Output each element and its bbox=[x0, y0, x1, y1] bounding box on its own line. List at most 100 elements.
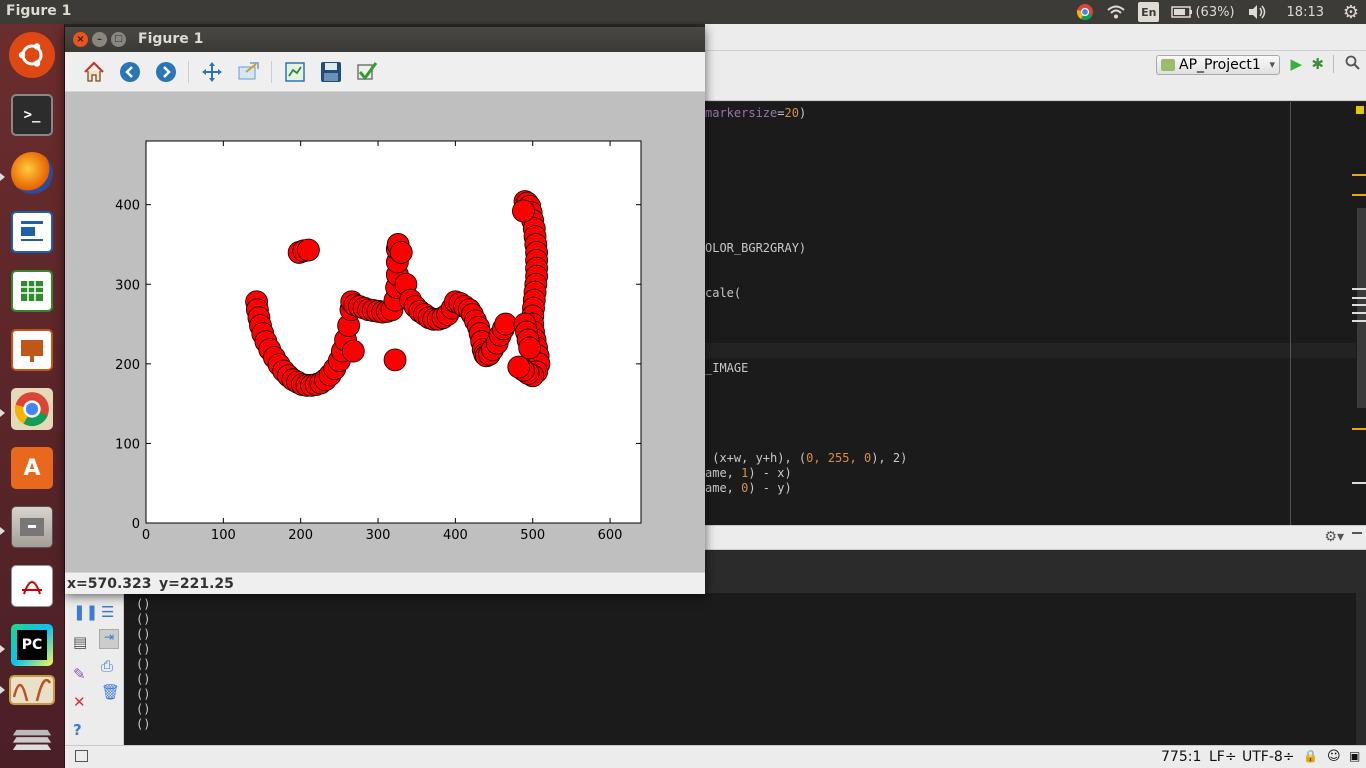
scatter-point bbox=[512, 199, 535, 223]
x-tick-label: 300 bbox=[366, 528, 391, 543]
error-stripe-marker[interactable] bbox=[1352, 312, 1366, 314]
ide-toolbar: AP_Project1 ▶ ✱ bbox=[705, 51, 1366, 101]
back-button[interactable] bbox=[117, 59, 143, 85]
event-log-icon[interactable]: ▣ bbox=[1349, 749, 1360, 763]
battery-percent: (63%) bbox=[1195, 4, 1235, 20]
launcher-workspaces[interactable] bbox=[7, 714, 57, 764]
scatter-point bbox=[297, 238, 320, 262]
toolbar-separator bbox=[271, 61, 272, 83]
save-icon bbox=[321, 62, 341, 82]
editor-scrollbar[interactable] bbox=[1357, 208, 1366, 408]
caret-position[interactable]: 775:1 bbox=[1161, 749, 1201, 765]
home-button[interactable] bbox=[81, 59, 107, 85]
error-stripe-marker[interactable] bbox=[1352, 297, 1366, 299]
ide-menubar bbox=[705, 24, 1366, 51]
file-encoding[interactable]: UTF-8÷ bbox=[1242, 749, 1295, 765]
zoom-icon bbox=[238, 62, 259, 80]
save-button[interactable] bbox=[318, 59, 344, 85]
line-separator[interactable]: LF÷ bbox=[1209, 749, 1237, 765]
close-icon[interactable]: ✕ bbox=[73, 693, 86, 711]
toolbar-divider bbox=[1333, 55, 1334, 73]
print-icon[interactable]: ⎙ bbox=[101, 657, 113, 675]
pause-icon[interactable]: ❚❚ bbox=[73, 603, 98, 621]
error-stripe-marker[interactable] bbox=[1352, 174, 1366, 176]
console-line: () bbox=[136, 687, 151, 701]
launcher-document-viewer[interactable] bbox=[7, 561, 57, 611]
clock[interactable]: 18:13 bbox=[1287, 5, 1324, 20]
pin-icon[interactable]: ✎ bbox=[73, 665, 86, 683]
launcher-impress[interactable] bbox=[7, 325, 57, 375]
zoom-button[interactable] bbox=[235, 59, 261, 85]
launcher: >_ A PC bbox=[0, 24, 65, 768]
y-tick-label: 400 bbox=[115, 199, 140, 214]
minimize-window-button[interactable]: – bbox=[92, 32, 107, 47]
volume-icon[interactable] bbox=[1247, 2, 1267, 22]
code-line: cale( bbox=[705, 286, 742, 300]
search-icon[interactable] bbox=[1345, 55, 1360, 74]
console-scrollbar[interactable] bbox=[1356, 593, 1366, 745]
pan-button[interactable] bbox=[199, 59, 225, 85]
inspector-icon[interactable]: ☺ bbox=[1327, 749, 1341, 764]
firefox-icon bbox=[11, 152, 53, 194]
soft-wrap-icon[interactable]: ☰ bbox=[101, 603, 114, 621]
error-stripe-marker[interactable] bbox=[1352, 304, 1366, 306]
plot-area[interactable] bbox=[146, 141, 641, 523]
debug-icon[interactable]: ✱ bbox=[1311, 55, 1324, 73]
chrome-tray-icon[interactable] bbox=[1076, 2, 1094, 22]
battery-icon[interactable] bbox=[1171, 2, 1193, 22]
error-stripe-marker[interactable] bbox=[1352, 482, 1366, 484]
console-output[interactable]: () () () () () () () () () bbox=[124, 593, 1366, 745]
run-configuration-select[interactable]: AP_Project1 bbox=[1156, 55, 1280, 75]
code-editor[interactable]: markersize=20) OLOR_BGR2GRAY) cale( _IMA… bbox=[705, 102, 1366, 525]
running-indicator bbox=[0, 686, 5, 694]
launcher-files[interactable] bbox=[7, 502, 57, 552]
run-icon[interactable]: ▶ bbox=[1290, 55, 1302, 73]
launcher-writer[interactable] bbox=[7, 207, 57, 257]
figure-titlebar[interactable]: × – □ Figure 1 bbox=[65, 27, 705, 52]
tool-windows-icon[interactable] bbox=[75, 750, 88, 762]
running-indicator bbox=[0, 173, 5, 181]
y-tick-label: 300 bbox=[115, 278, 140, 293]
keyboard-layout-indicator[interactable]: En bbox=[1138, 2, 1160, 22]
edit-axes-button[interactable] bbox=[354, 59, 380, 85]
lock-icon[interactable]: 🔒 bbox=[1303, 749, 1318, 763]
launcher-ubuntu[interactable] bbox=[7, 30, 57, 80]
trash-icon[interactable]: 🗑 bbox=[101, 683, 120, 701]
scatter-point bbox=[341, 339, 365, 363]
y-tick-label: 0 bbox=[132, 517, 140, 532]
launcher-firefox[interactable] bbox=[7, 148, 57, 198]
inspection-status-indicator[interactable] bbox=[1356, 106, 1364, 114]
error-stripe-marker[interactable] bbox=[1352, 194, 1366, 196]
status-bar: 775:1 LF÷ UTF-8÷ 🔒 ☺ ▣ bbox=[65, 745, 1366, 768]
minimize-panel-icon[interactable] bbox=[1352, 532, 1362, 534]
error-stripe-marker[interactable] bbox=[1352, 320, 1366, 322]
close-window-button[interactable]: × bbox=[73, 32, 88, 47]
forward-button[interactable] bbox=[153, 59, 179, 85]
scatter-point bbox=[383, 348, 407, 372]
edit-check-icon bbox=[357, 62, 378, 81]
back-icon bbox=[120, 62, 140, 82]
console-line: () bbox=[136, 702, 151, 716]
error-stripe-marker[interactable] bbox=[1352, 288, 1366, 290]
console-line: () bbox=[136, 627, 151, 641]
scroll-to-end-icon[interactable]: ⇥ bbox=[99, 629, 119, 649]
figure-canvas[interactable]: 0 100 200 300 400 500 600 0 100 200 300 400 bbox=[65, 92, 705, 572]
running-indicator bbox=[0, 645, 5, 653]
scatter-point bbox=[389, 241, 413, 264]
launcher-chrome[interactable] bbox=[7, 384, 57, 434]
launcher-terminal[interactable]: >_ bbox=[7, 90, 57, 140]
error-stripe-marker[interactable] bbox=[1352, 428, 1366, 430]
layout-icon[interactable]: ▤ bbox=[73, 633, 87, 651]
launcher-pycharm[interactable]: PC bbox=[7, 620, 57, 670]
help-icon[interactable]: ? bbox=[73, 721, 82, 739]
wifi-icon[interactable] bbox=[1106, 2, 1126, 22]
launcher-calc[interactable] bbox=[7, 266, 57, 316]
subplots-button[interactable] bbox=[282, 59, 308, 85]
settings-gear-icon[interactable]: ⚙▾ bbox=[1324, 529, 1344, 545]
maximize-window-button[interactable]: □ bbox=[111, 32, 126, 47]
launcher-software[interactable]: A bbox=[7, 443, 57, 493]
console-line: () bbox=[136, 672, 151, 686]
scatter-plot[interactable]: 0 100 200 300 400 500 600 0 100 200 300 400 bbox=[65, 92, 705, 572]
gear-icon[interactable]: ⚙ bbox=[1342, 2, 1360, 23]
launcher-matplotlib[interactable] bbox=[7, 672, 57, 708]
